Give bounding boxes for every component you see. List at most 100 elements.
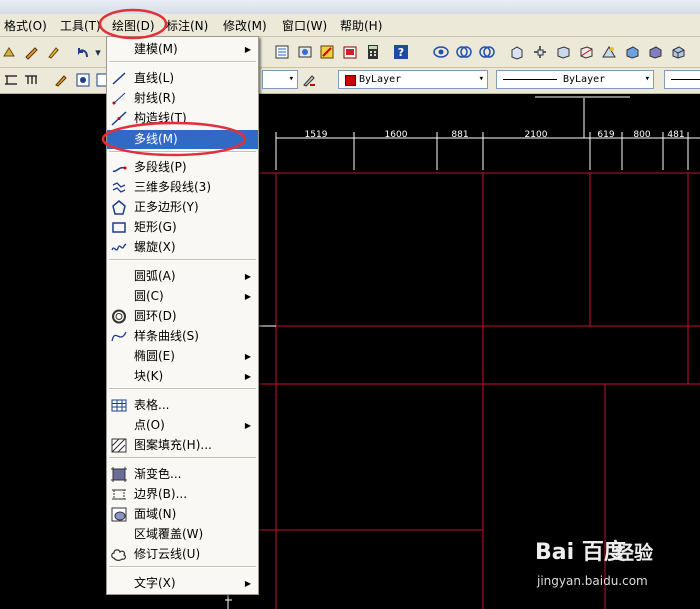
menu-item-modeling[interactable]: 建模(M) ▶ (107, 40, 258, 59)
menu-separator (109, 566, 256, 568)
layer-select[interactable]: ▾ (262, 70, 298, 89)
undo-icon[interactable] (74, 43, 92, 61)
linetype-select-value: ByLayer (563, 74, 606, 85)
baidu-jingyan-watermark: Bai 百度 经验 jingyan.baidu.com (535, 534, 695, 600)
menu-item-line[interactable]: 直线(L) (107, 69, 258, 88)
menu-separator (109, 259, 256, 261)
menu-item-circle[interactable]: 圆(C) ▶ (107, 287, 258, 306)
menu-item-arc[interactable]: 圆弧(A) ▶ (107, 267, 258, 286)
menu-item-polygon[interactable]: 正多边形(Y) (107, 198, 258, 217)
section-icon[interactable] (577, 43, 595, 61)
submenu-arrow-icon: ▶ (244, 421, 251, 430)
region-icon (111, 507, 127, 522)
materials-icon[interactable] (623, 43, 641, 61)
drawing-canvas[interactable]: 1519 1600 881 2100 619 800 481 (0, 94, 700, 609)
color-select[interactable]: ByLayer ▾ (338, 70, 488, 89)
menu-item-spline[interactable]: 样条曲线(S) (107, 327, 258, 346)
dimension-label: 1519 (305, 130, 328, 140)
layer-dialog-icon[interactable] (74, 71, 92, 89)
menu-format[interactable]: 格式(O) (4, 17, 47, 34)
boundary-icon (111, 487, 127, 502)
lineweight-select[interactable] (664, 70, 700, 89)
svg-text:?: ? (398, 46, 404, 59)
3d-polyline-icon (111, 180, 127, 195)
box-icon[interactable] (554, 43, 572, 61)
menu-item-polyline[interactable]: 多段线(P) (107, 158, 258, 177)
layer-icon[interactable] (2, 71, 20, 89)
draw-dropdown-menu: 建模(M) ▶ 直线(L) 射线(R) 构造线(T) 多线(M) 多段线(P) 三… (106, 36, 259, 595)
rectangle-icon (111, 220, 127, 235)
color-select-value: ByLayer (359, 74, 402, 85)
menu-item-hatch[interactable]: 图案填充(H)... (107, 436, 258, 455)
menu-item-block[interactable]: 块(K) ▶ (107, 367, 258, 386)
menu-item-wipeout[interactable]: 区域覆盖(W) (107, 525, 258, 544)
menu-item-rectangle[interactable]: 矩形(G) (107, 218, 258, 237)
menu-dimension[interactable]: 标注(N) (166, 17, 208, 34)
menu-item-table[interactable]: 表格... (107, 396, 258, 415)
submenu-arrow-icon: ▶ (244, 372, 251, 381)
watermark-url: jingyan.baidu.com (537, 574, 648, 588)
pencil-icon[interactable] (22, 43, 40, 61)
menu-item-3d-polyline[interactable]: 三维多段线(3) (107, 178, 258, 197)
design-center-icon[interactable] (296, 43, 314, 61)
menu-item-multiline[interactable]: 多线(M) (107, 130, 258, 149)
match-properties-icon[interactable] (0, 43, 18, 61)
move-3d-icon[interactable] (531, 43, 549, 61)
menu-bar: 格式(O) 工具(T) 绘图(D) 标注(N) 修改(M) 窗口(W) 帮助(H… (0, 14, 700, 37)
dimension-label: 800 (633, 130, 650, 140)
layer-pencil-icon[interactable] (52, 71, 70, 89)
menu-item-revcloud[interactable]: 修订云线(U) (107, 545, 258, 564)
floor-plan-drawing: 1519 1600 881 2100 619 800 481 (225, 96, 700, 609)
submenu-arrow-icon: ▶ (244, 292, 251, 301)
menu-help[interactable]: 帮助(H) (340, 17, 382, 34)
menu-separator (109, 388, 256, 390)
spline-icon (111, 329, 127, 344)
polygon-icon (111, 200, 127, 215)
donut-icon (111, 309, 127, 324)
revcloud-icon (111, 547, 127, 562)
menu-draw[interactable]: 绘图(D) (112, 17, 155, 34)
undo-dropdown-icon[interactable]: ▾ (92, 43, 104, 61)
brush-icon[interactable] (44, 43, 62, 61)
dimension-label: 2100 (525, 130, 548, 140)
tool-palette-icon[interactable] (318, 43, 336, 61)
view-cube-icon[interactable] (669, 43, 687, 61)
menu-item-point[interactable]: 点(O) ▶ (107, 416, 258, 435)
linetype-select[interactable]: ByLayer ▾ (496, 70, 654, 89)
menu-item-text[interactable]: 文字(X) ▶ (107, 574, 258, 593)
menu-modify[interactable]: 修改(M) (223, 17, 267, 34)
lights-icon[interactable] (646, 43, 664, 61)
polyline-icon (111, 160, 127, 175)
color-swatch (345, 75, 356, 86)
layer-states-icon[interactable] (22, 71, 40, 89)
calculator-icon[interactable] (364, 43, 382, 61)
menu-item-ellipse[interactable]: 椭圆(E) ▶ (107, 347, 258, 366)
menu-item-helix[interactable]: 螺旋(X) (107, 238, 258, 257)
gradient-icon (111, 467, 127, 482)
make-layer-current-icon[interactable] (300, 71, 318, 89)
ray-icon (111, 91, 127, 106)
submenu-arrow-icon: ▶ (244, 272, 251, 281)
menu-item-region[interactable]: 面域(N) (107, 505, 258, 524)
table-icon (111, 398, 127, 413)
menu-separator (109, 61, 256, 63)
union-icon[interactable] (455, 43, 473, 61)
help-icon[interactable]: ? (392, 43, 410, 61)
menu-item-boundary[interactable]: 边界(B)... (107, 485, 258, 504)
render-icon[interactable] (600, 43, 618, 61)
menu-item-donut[interactable]: 圆环(D) (107, 307, 258, 326)
extrude-icon[interactable] (508, 43, 526, 61)
sheet-set-icon[interactable] (341, 43, 359, 61)
menu-separator (109, 151, 256, 153)
submenu-arrow-icon: ▶ (244, 45, 251, 54)
subtract-icon[interactable] (478, 43, 496, 61)
menu-item-gradient[interactable]: 渐变色... (107, 465, 258, 484)
orbit-icon[interactable] (432, 43, 450, 61)
menu-window[interactable]: 窗口(W) (282, 17, 327, 34)
dimension-label: 881 (451, 130, 468, 140)
menu-item-ray[interactable]: 射线(R) (107, 89, 258, 108)
menu-tools[interactable]: 工具(T) (60, 17, 101, 34)
block-editor-icon[interactable] (273, 43, 291, 61)
menu-item-construction-line[interactable]: 构造线(T) (107, 109, 258, 128)
helix-icon (111, 240, 127, 255)
